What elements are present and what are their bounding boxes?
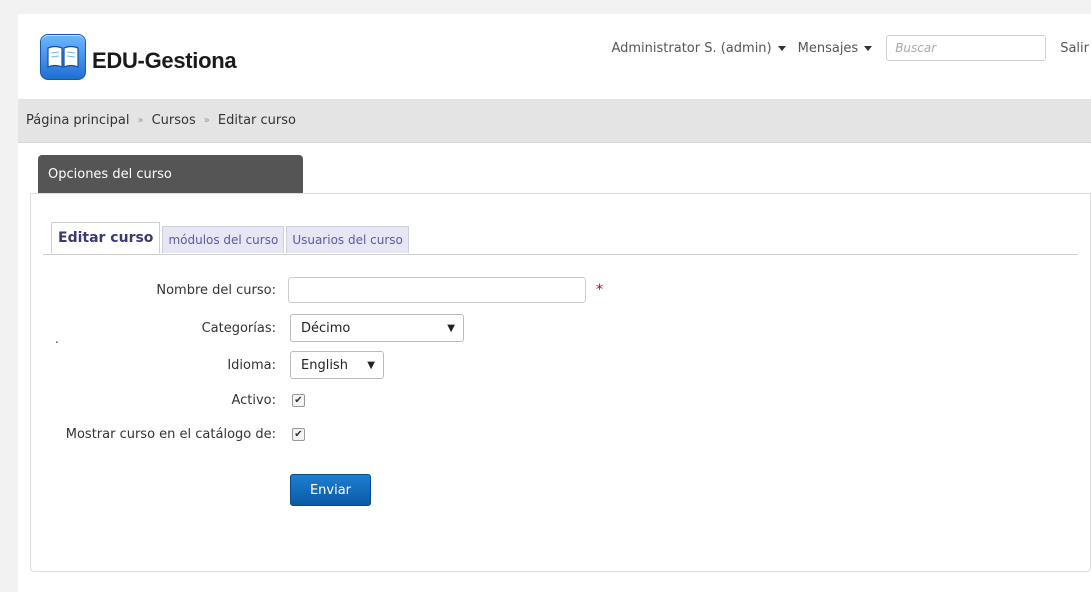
logo-text: EDU-Gestiona [92,48,237,73]
breadcrumb-current: Editar curso [217,113,296,128]
course-name-label: Nombre del curso: [156,282,276,298]
tab-edit-course[interactable]: Editar curso [51,222,161,253]
checkmark-icon: ✔ [294,429,303,440]
categories-selected-value: Décimo [301,320,351,336]
required-indicator: * [596,282,603,298]
messages-menu[interactable]: Mensajes [798,41,873,56]
course-name-input[interactable] [288,277,586,303]
block-title: Opciones del curso [38,155,303,193]
language-label: Idioma: [227,357,276,373]
submit-button[interactable]: Enviar [290,474,371,506]
dropdown-arrow-icon: ▼ [367,359,375,371]
catalog-row: Mostrar curso en el catálogo de: ✔ [31,427,305,442]
open-book-icon [40,34,86,80]
categories-select[interactable]: Décimo ▼ [290,314,464,342]
user-menu-label: Administrator S. (admin) [611,40,772,56]
page: EDU-Gestiona Administrator S. (admin) Me… [18,14,1091,592]
catalog-checkbox[interactable]: ✔ [292,428,305,441]
active-checkbox[interactable]: ✔ [292,394,305,407]
course-name-row: Nombre del curso: * [31,277,603,303]
categories-row: Categorías: Décimo ▼ [31,314,464,342]
caret-down-icon [864,45,873,51]
course-options-panel: Editar curso módulos del curso Usuarios … [30,193,1091,572]
breadcrumb-separator: » [203,115,210,126]
breadcrumb-separator: » [137,115,144,126]
breadcrumb: Página principal » Cursos » Editar curso [18,99,1091,143]
categories-label: Categorías: [201,320,276,336]
tab-bar: Editar curso módulos del curso Usuarios … [51,222,411,253]
logout-link[interactable]: Salir [1060,41,1089,56]
messages-menu-label: Mensajes [797,40,859,56]
breadcrumb-courses[interactable]: Cursos [152,113,196,128]
search-input[interactable] [886,35,1047,61]
language-select[interactable]: English ▼ [290,351,384,379]
active-row: Activo: ✔ [31,393,305,408]
tab-divider [43,254,1078,255]
tab-course-modules[interactable]: módulos del curso [162,226,285,253]
active-label: Activo: [231,393,276,408]
catalog-label: Mostrar curso en el catálogo de: [65,427,276,442]
top-navigation: Administrator S. (admin) Mensajes Salir [611,33,1091,63]
logo[interactable]: EDU-Gestiona [40,34,237,80]
language-selected-value: English [301,357,348,373]
dropdown-arrow-icon: ▼ [447,322,455,334]
tab-course-users[interactable]: Usuarios del curso [286,226,409,253]
language-row: Idioma: English ▼ [31,351,384,379]
checkmark-icon: ✔ [294,395,303,406]
breadcrumb-home[interactable]: Página principal [26,113,129,128]
caret-down-icon [777,45,786,51]
user-menu[interactable]: Administrator S. (admin) [611,40,786,56]
